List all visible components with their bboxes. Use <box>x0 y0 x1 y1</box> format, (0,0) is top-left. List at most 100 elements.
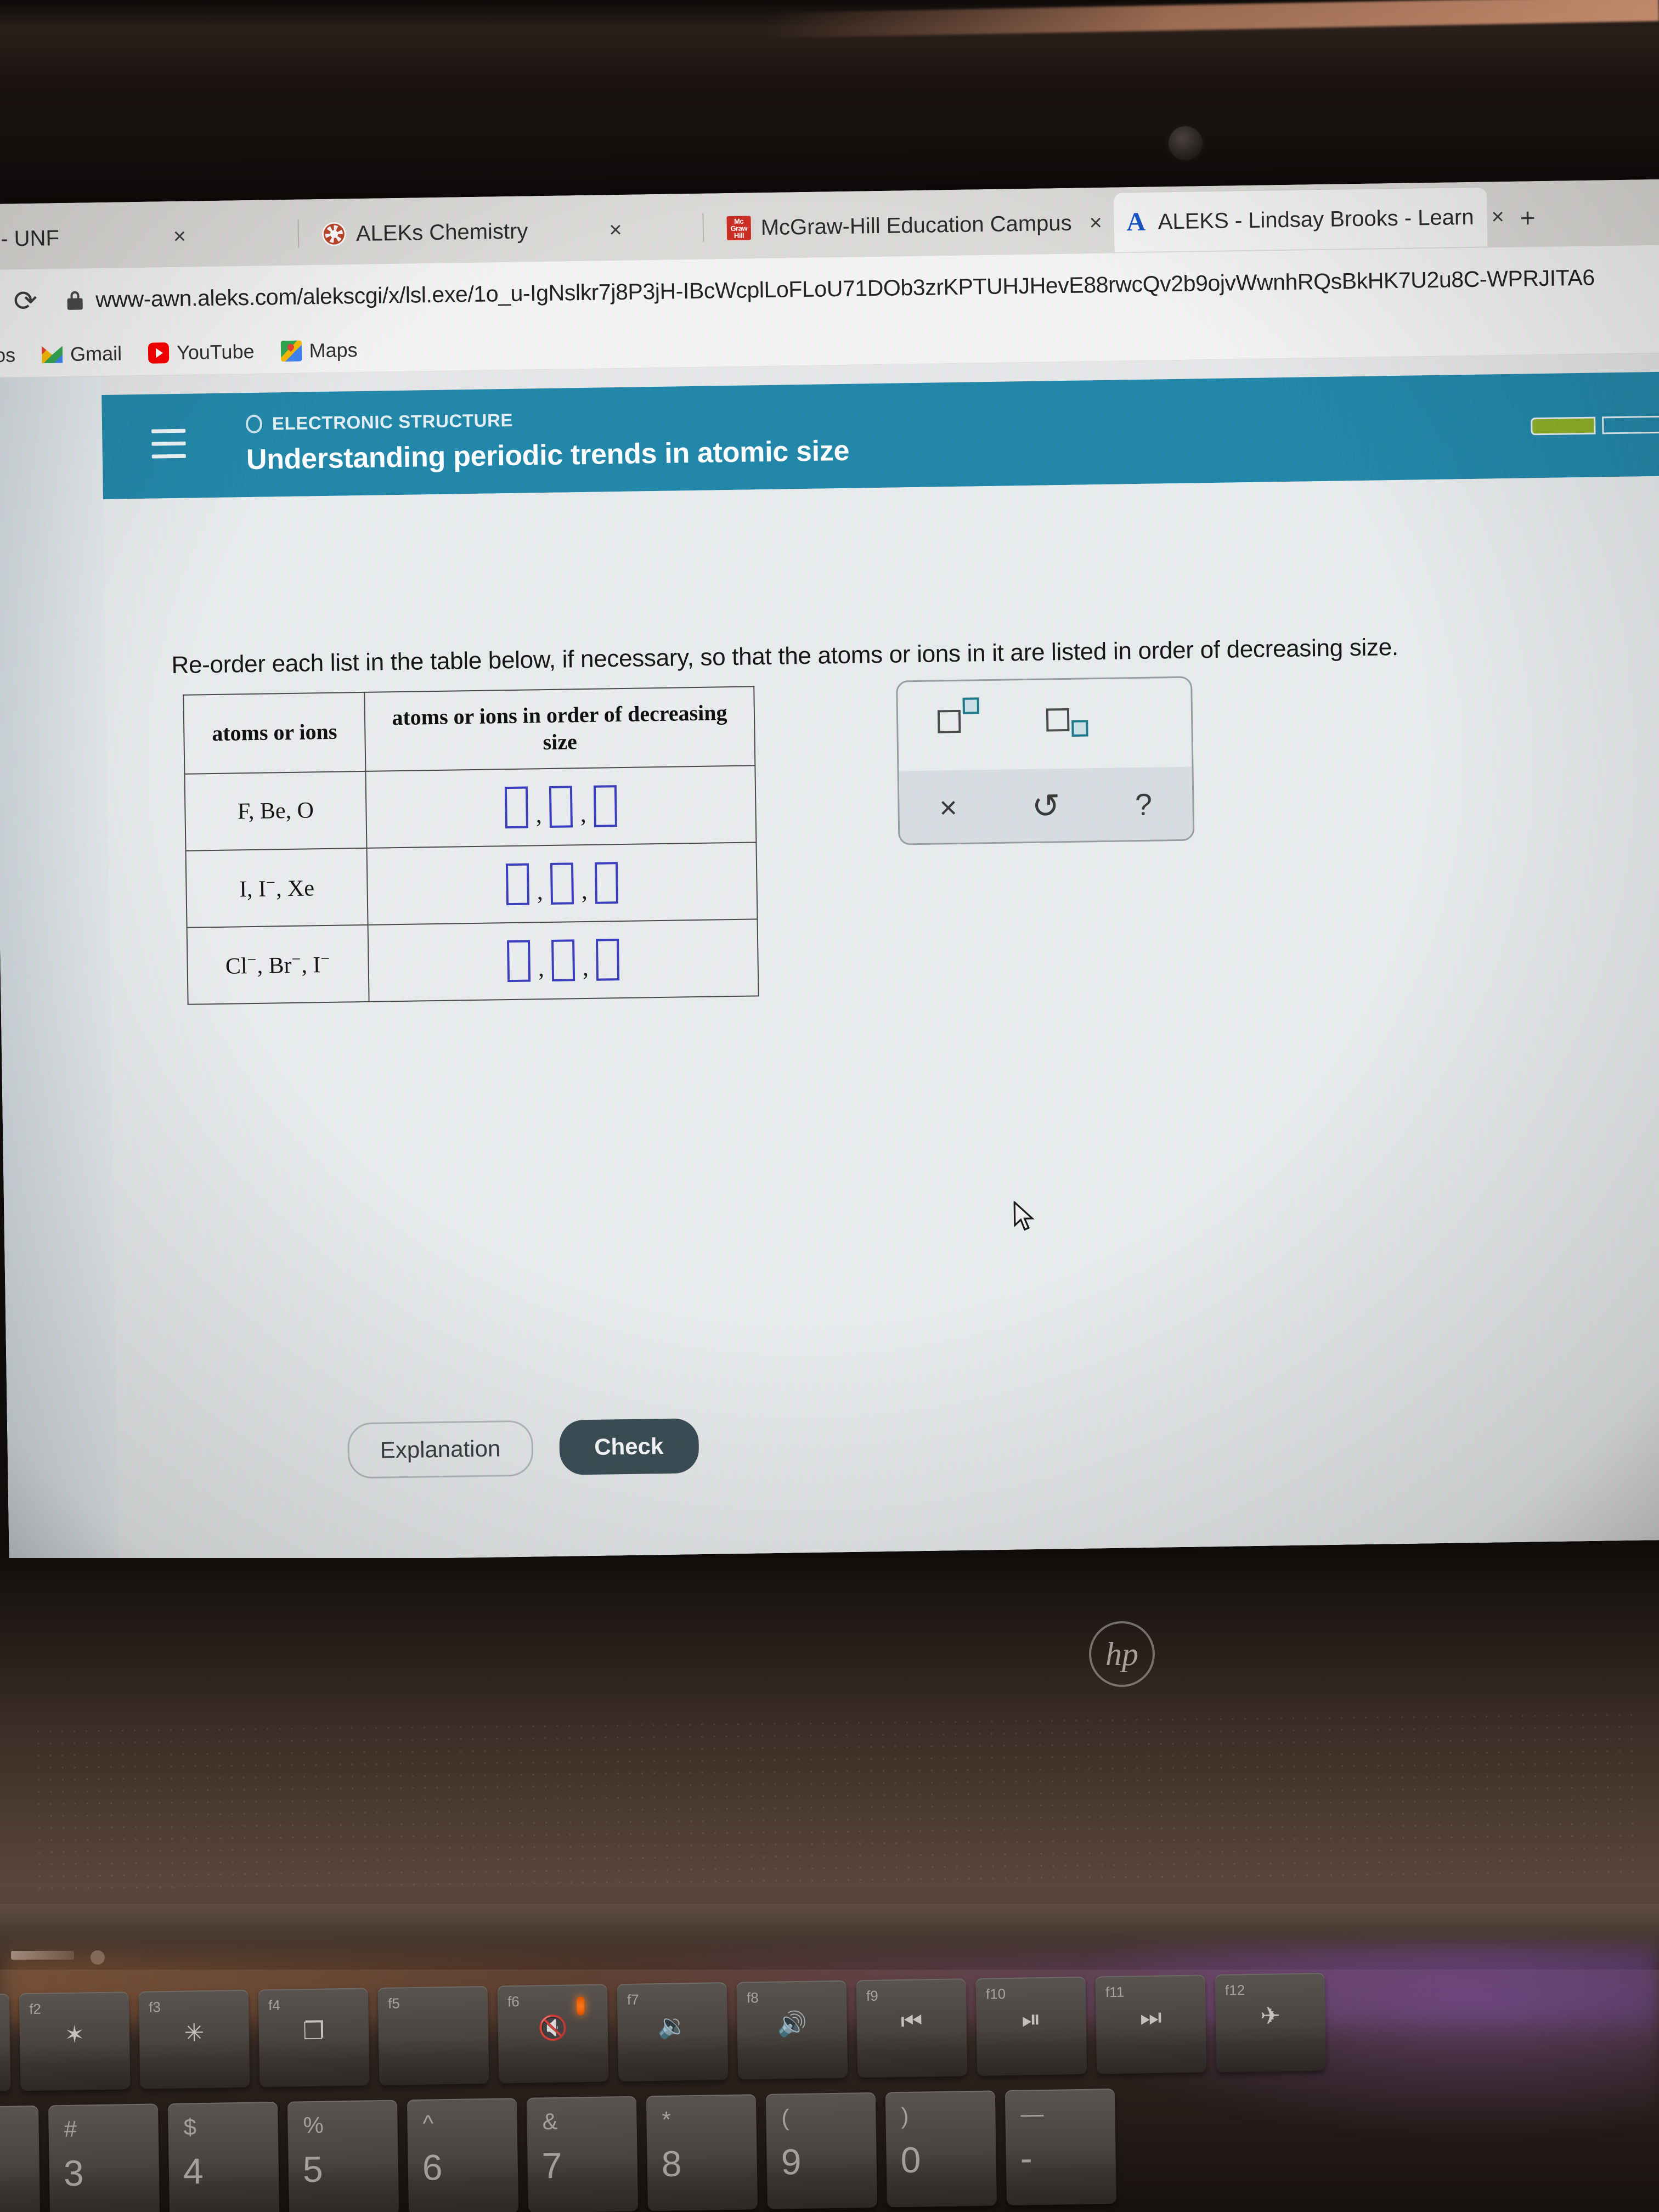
answer-input-1-0[interactable] <box>505 863 530 905</box>
explanation-button[interactable]: Explanation <box>347 1420 534 1479</box>
tab-divider <box>702 213 704 242</box>
url-input[interactable]: www-awn.aleks.com/alekscgi/x/lsl.exe/1o_… <box>95 265 1595 313</box>
key-label: 4 <box>183 2151 204 2192</box>
key-shift-label: & <box>542 2108 558 2135</box>
row-atoms-0: F, Be, O <box>184 771 367 851</box>
key-9[interactable]: ( 9 <box>765 2092 878 2209</box>
answer-input-1-2[interactable] <box>594 861 619 904</box>
new-tab-button[interactable]: + <box>1520 203 1536 233</box>
browser-tab-0[interactable]: Wings - UNF × <box>0 205 286 270</box>
key-0[interactable]: ) 0 <box>885 2090 997 2208</box>
laptop-keyboard: ? f2 ✶ f3 ✳ f4 ❐ f5 f6 🔇 <box>0 1967 1659 2212</box>
bookmark-item-gmail[interactable]: Gmail <box>29 342 136 366</box>
hp-logo: hp <box>1089 1621 1155 1687</box>
key-shift-label: ) <box>901 2102 909 2129</box>
table-row: I, I−, Xe , , <box>185 842 758 928</box>
mute-led-icon <box>576 1996 585 2016</box>
progress-segment-empty <box>1602 415 1659 435</box>
tab-close-icon[interactable]: × <box>1491 205 1504 229</box>
mouse-cursor <box>1013 1200 1035 1231</box>
row-answer-2: , , <box>368 918 759 1002</box>
key-6[interactable]: ^ 6 <box>407 2098 519 2212</box>
browser-tab-1[interactable]: ALEKs Chemistry × <box>312 199 697 264</box>
key-3[interactable]: # 3 <box>48 2103 160 2212</box>
key-fn-label: f10 <box>985 1985 1006 2002</box>
answer-input-2-0[interactable] <box>507 940 531 982</box>
key-8[interactable]: * 8 <box>646 2094 758 2211</box>
answer-table: atoms or ions atoms or ions in order of … <box>183 686 759 1005</box>
key-f2[interactable]: f2 ✶ <box>19 1991 131 2091</box>
key-4[interactable]: $ 4 <box>167 2101 280 2212</box>
key-label: 7 <box>541 2145 563 2186</box>
mcgraw-hill-icon: Mc Graw Hill <box>726 216 752 241</box>
key-fn-label: f12 <box>1224 1982 1245 1999</box>
key-minus[interactable]: — - <box>1005 2088 1116 2206</box>
bookmark-label: Maps <box>309 338 358 362</box>
help-icon[interactable]: ? <box>1094 786 1193 823</box>
previous-track-icon: ⏮ <box>900 2007 923 2035</box>
key-2[interactable]: @ 2 <box>0 2105 41 2212</box>
answer-input-0-2[interactable] <box>593 785 617 827</box>
superscript-box-icon <box>962 697 979 714</box>
key-f3[interactable]: f3 ✳ <box>138 1989 250 2089</box>
subscript-box-icon <box>1071 720 1088 737</box>
aleks-a-icon: A <box>1126 207 1146 237</box>
subscript-tool-button[interactable] <box>1046 708 1088 737</box>
tab-close-icon[interactable]: × <box>1089 210 1102 235</box>
key-7[interactable]: & 7 <box>526 2096 639 2212</box>
browser-tab-2[interactable]: Mc Graw Hill McGraw-Hill Education Campus … <box>716 193 1118 258</box>
bookmark-label: Gmail <box>70 341 122 365</box>
key-f5[interactable]: f5 <box>377 1985 489 2086</box>
key-5[interactable]: % 5 <box>287 2100 399 2212</box>
key-f11[interactable]: f11 ⏭ <box>1095 1974 1207 2074</box>
hamburger-icon[interactable] <box>151 428 186 467</box>
answer-input-2-1[interactable] <box>551 939 575 981</box>
key-f8[interactable]: f8 🔊 <box>736 1980 848 2080</box>
check-button[interactable]: Check <box>558 1418 699 1475</box>
key-f9[interactable]: f9 ⏮ <box>856 1978 968 2078</box>
key-shift-label: ( <box>781 2104 789 2131</box>
function-key-row: ? f2 ✶ f3 ✳ f4 ❐ f5 f6 🔇 <box>0 1972 1327 2093</box>
bezel-light-glint <box>768 0 1659 38</box>
key-shift-label: $ <box>183 2114 197 2140</box>
key-f6[interactable]: f6 🔇 <box>497 1984 609 2084</box>
bookmark-item-maps[interactable]: Maps <box>267 338 371 363</box>
key-fn-label: f11 <box>1105 1983 1125 2001</box>
key-fn-label: f3 <box>148 1999 161 2016</box>
key-f10[interactable]: f10 ⏯ <box>975 1976 1087 2076</box>
tab-title: ALEKs Chemistry <box>356 218 528 246</box>
answer-input-0-1[interactable] <box>549 785 573 828</box>
key-label: 5 <box>302 2148 324 2190</box>
key-label: 6 <box>422 2147 443 2188</box>
key-f4[interactable]: f4 ❐ <box>258 1988 370 2087</box>
topic-label-row: ELECTRONIC STRUCTURE <box>245 410 514 435</box>
laptop-screen: Wings - UNF × ALEKs Chemistry × McGrawHi… <box>0 179 1659 1565</box>
answer-input-2-2[interactable] <box>595 938 620 981</box>
clear-icon[interactable]: × <box>899 789 997 826</box>
tab-close-icon[interactable]: × <box>173 224 186 249</box>
superscript-tool-button[interactable] <box>937 697 980 733</box>
tab-title: McGraw-Hill Education Campus <box>760 211 1072 240</box>
question-panel: Re-order each list in the table below, i… <box>103 476 1659 1565</box>
bookmark-label: YouTube <box>176 340 255 364</box>
display-switch-icon: ❐ <box>302 2017 325 2045</box>
aleks-icon <box>321 222 347 247</box>
key-shift-label: % <box>303 2112 324 2138</box>
bookmark-item-0[interactable]: оs <box>0 343 29 366</box>
answer-input-1-1[interactable] <box>550 862 574 905</box>
undo-icon[interactable]: ↺ <box>997 785 1095 827</box>
answer-input-0-0[interactable] <box>504 786 528 828</box>
gmail-icon <box>42 344 63 365</box>
key-question[interactable]: ? <box>0 1993 11 2093</box>
table-header-row: atoms or ions atoms or ions in order of … <box>183 686 755 774</box>
row-atoms-1: I, I−, Xe <box>185 848 368 928</box>
page-left-gutter <box>0 376 121 1565</box>
reload-icon[interactable]: ⟳ <box>13 284 37 318</box>
key-f7[interactable]: f7 🔉 <box>617 1982 729 2082</box>
tab-close-icon[interactable]: × <box>609 217 622 242</box>
laptop-bezel <box>0 0 1659 208</box>
browser-tab-3-active[interactable]: A ALEKS - Lindsay Brooks - Learn × <box>1113 187 1504 252</box>
key-f12[interactable]: f12 ✈ <box>1215 1972 1327 2073</box>
bookmark-item-youtube[interactable]: YouTube <box>135 340 268 365</box>
key-fn-label: f4 <box>268 1996 281 2014</box>
